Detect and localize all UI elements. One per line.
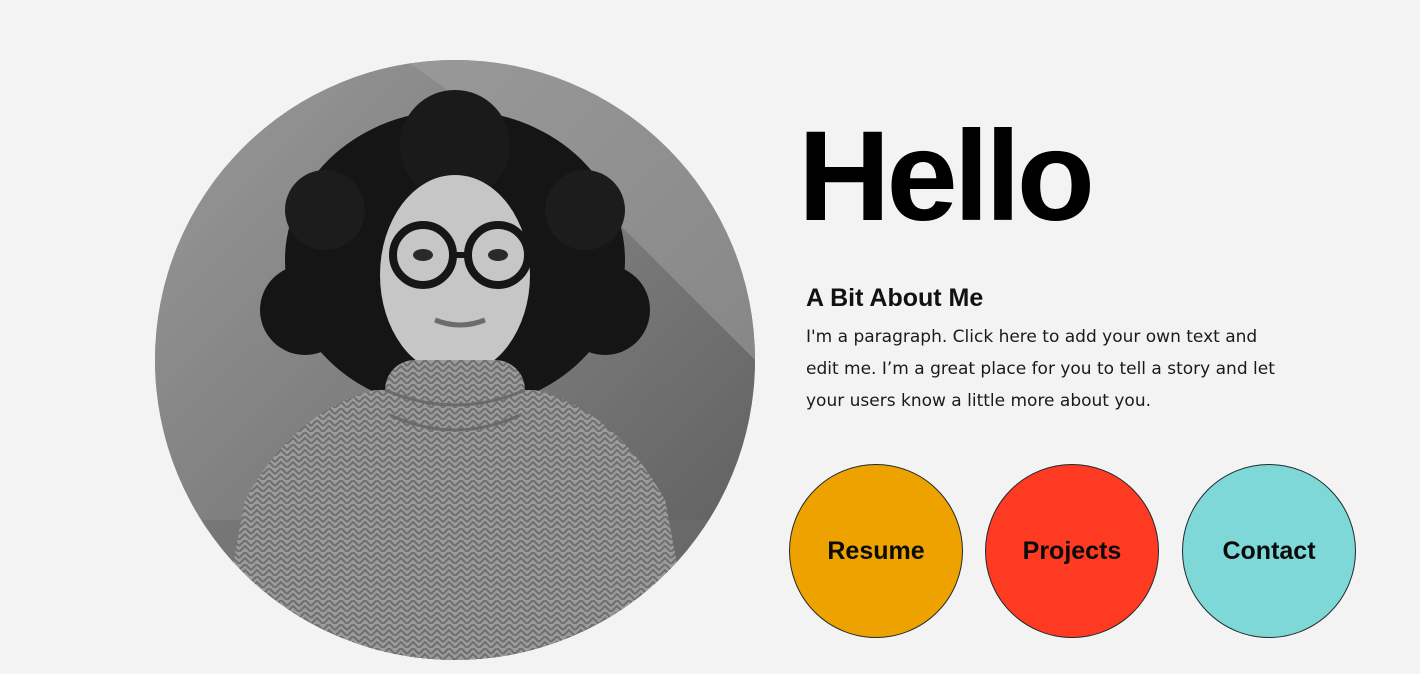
page: Hello A Bit About Me I'm a paragraph. Cl… [0,0,1420,674]
page-title: Hello [798,105,1095,248]
projects-button[interactable]: Projects [985,464,1159,638]
profile-photo-illustration [155,60,755,660]
resume-button-label: Resume [827,536,925,565]
about-paragraph: I'm a paragraph. Click here to add your … [806,327,1275,411]
profile-photo [155,60,755,660]
about-heading: A Bit About Me [806,284,984,312]
contact-button-label: Contact [1222,536,1316,565]
projects-button-label: Projects [1022,536,1122,565]
contact-button[interactable]: Contact [1182,464,1356,638]
resume-button[interactable]: Resume [789,464,963,638]
